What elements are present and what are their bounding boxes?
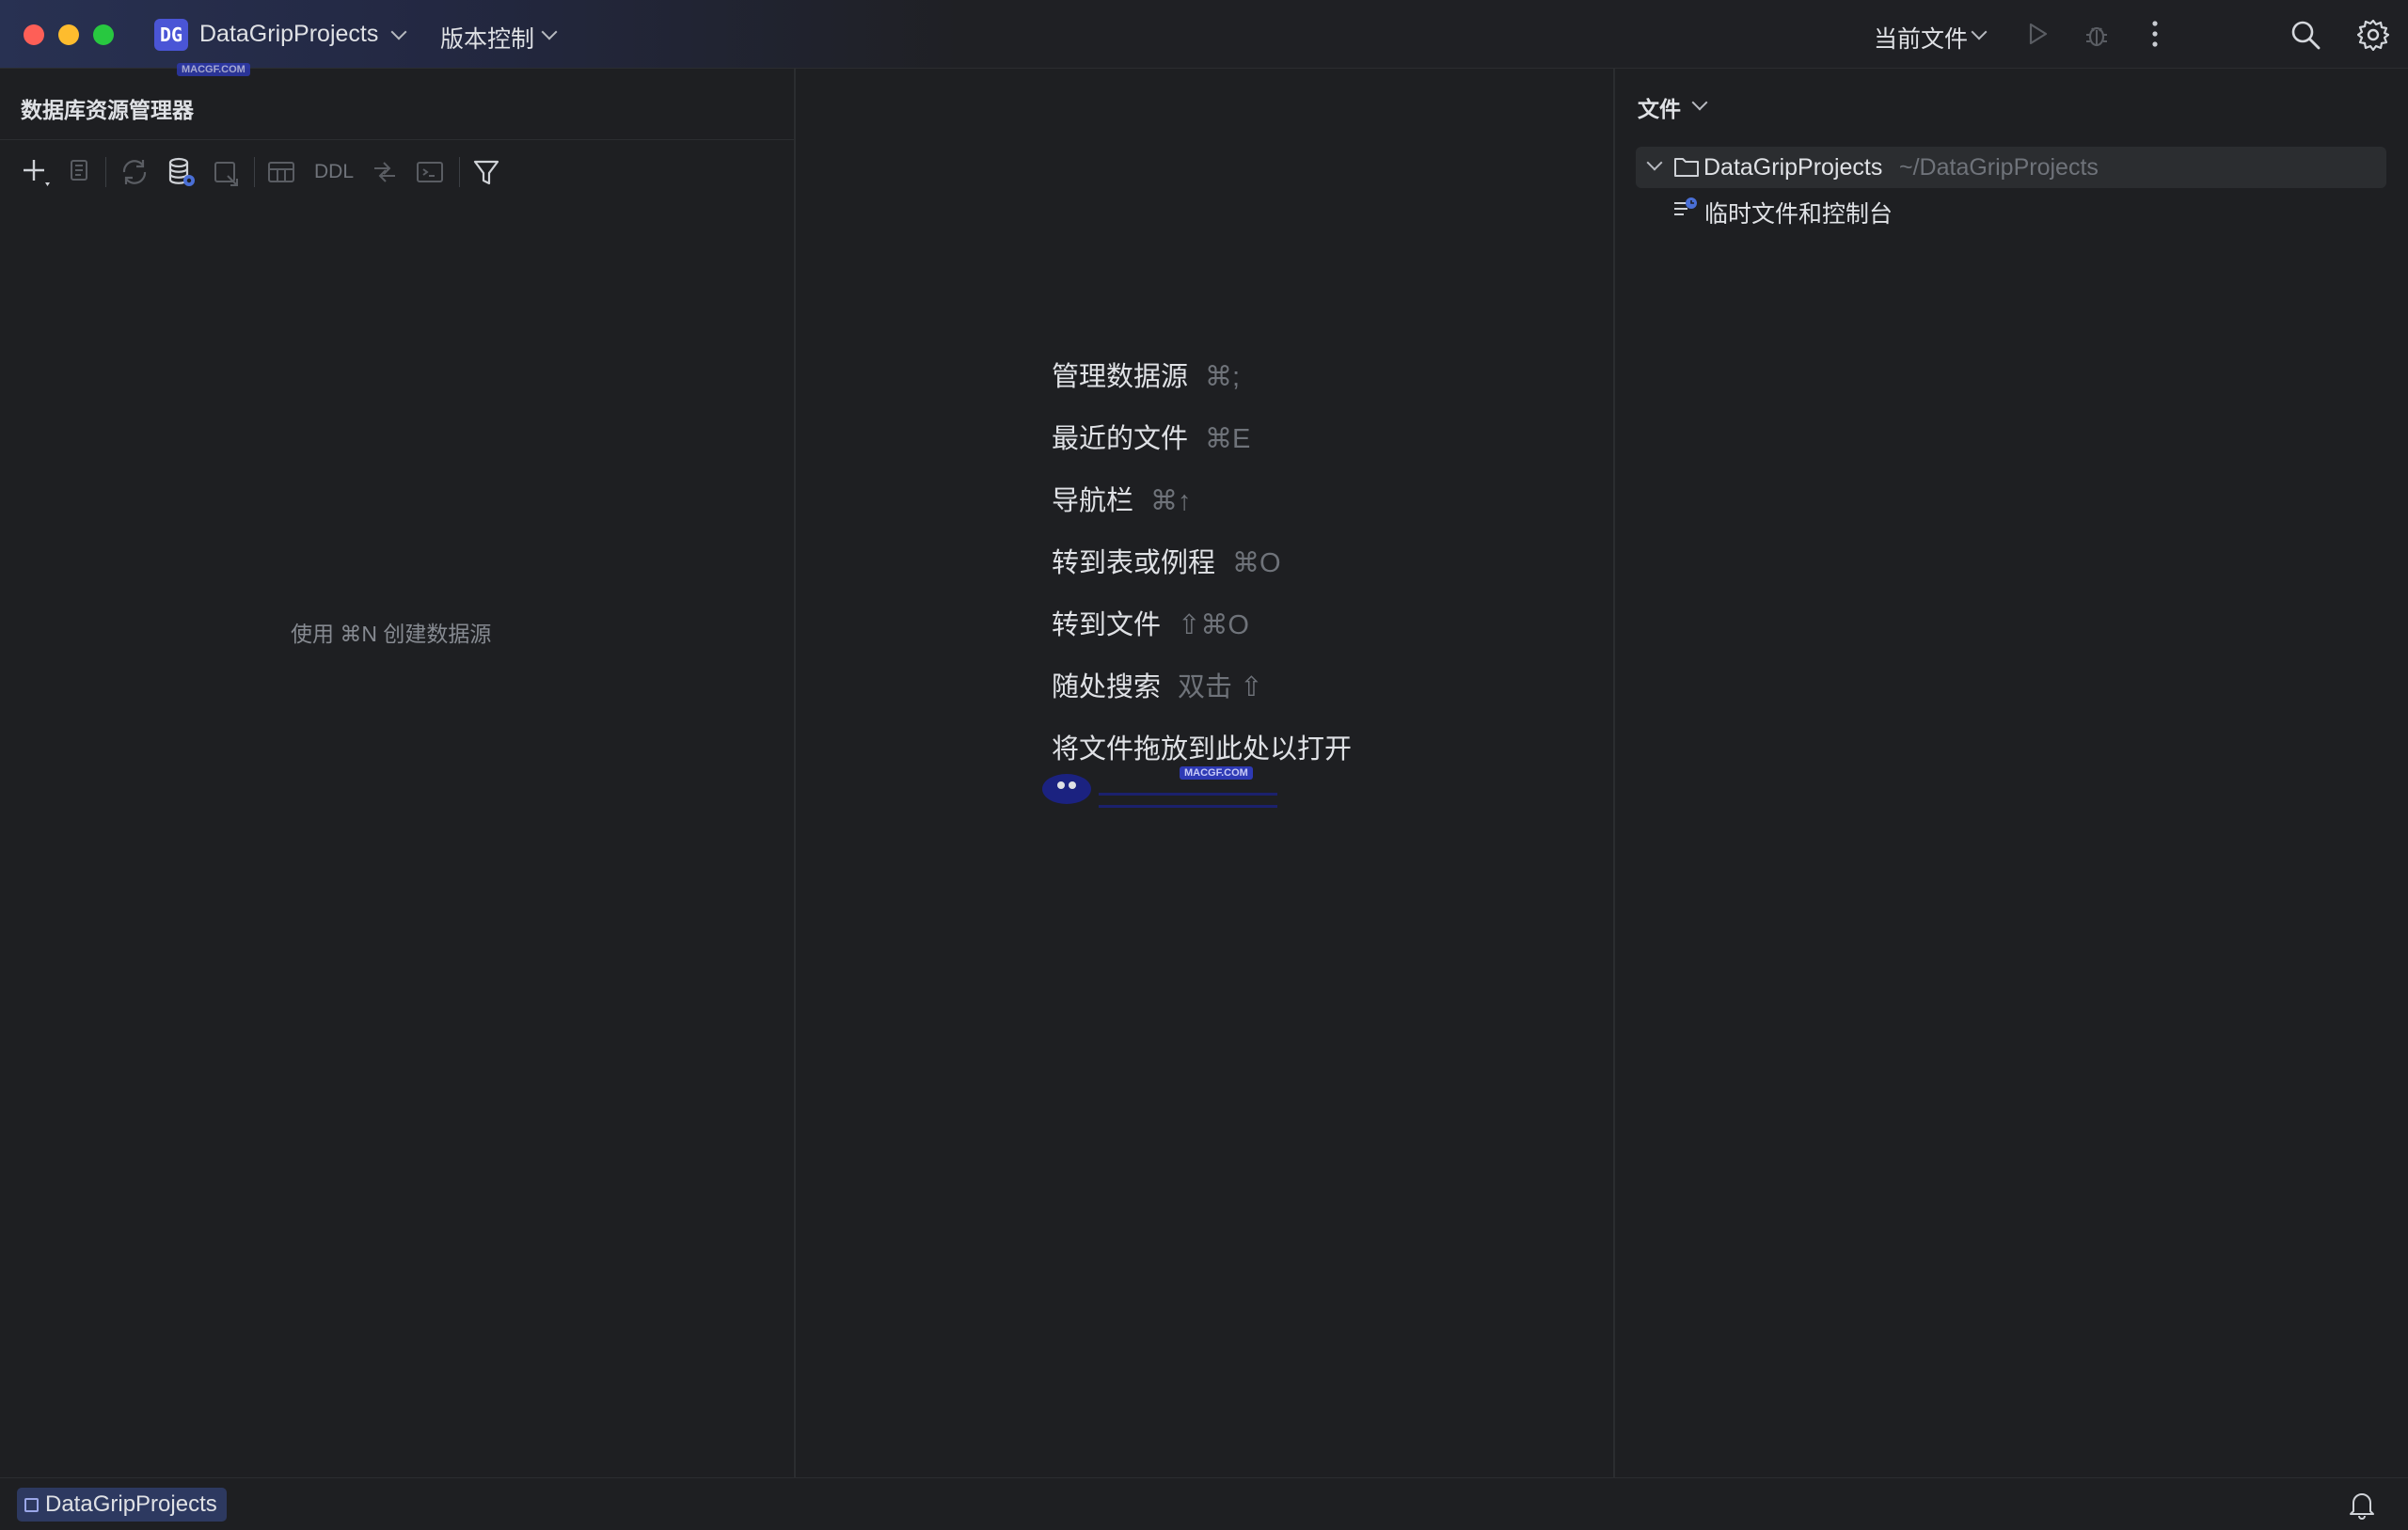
status-project-name: DataGripProjects: [45, 1491, 217, 1517]
watermark-label: MACGF.COM: [1180, 766, 1253, 780]
toolbar-separator: [254, 157, 255, 187]
console-icon[interactable]: [414, 155, 446, 189]
editor-empty-area: 管理数据源 ⌘; 最近的文件 ⌘E 导航栏 ⌘↑ 转到表或例程 ⌘O 转到文件 ⇧⌘O 随…: [796, 69, 1613, 1477]
chevron-down-icon: [541, 24, 558, 40]
action-shortcut: 双击 ⇧: [1178, 672, 1263, 702]
toolbar-separator: [459, 157, 460, 187]
run-config-label: 当前文件: [1874, 26, 1969, 53]
action-search-everywhere[interactable]: 随处搜索 双击 ⇧: [1052, 665, 1262, 704]
run-config-widget[interactable]: 当前文件: [1874, 17, 1991, 53]
action-recent-files[interactable]: 最近的文件 ⌘E: [1052, 417, 1250, 456]
panel-title: 数据库资源管理器: [21, 98, 194, 122]
action-label: 最近的文件: [1052, 424, 1189, 454]
database-explorer-panel: 数据库资源管理器 MACGF.COM DDL 使用 ⌘N 创建数据源: [0, 63, 796, 1477]
action-go-to-table[interactable]: 转到表或例程 ⌘O: [1052, 541, 1281, 580]
folder-icon: [1674, 158, 1699, 177]
more-options-icon[interactable]: [2141, 19, 2169, 49]
action-go-to-file[interactable]: 转到文件 ⇧⌘O: [1052, 603, 1249, 642]
project-widget[interactable]: DG DataGripProjects: [154, 17, 408, 53]
action-shortcut: ⌘;: [1205, 362, 1241, 392]
project-badge-icon: DG: [154, 19, 188, 51]
close-window-button[interactable]: [24, 24, 44, 45]
gear-icon[interactable]: [2357, 19, 2389, 51]
project-square-icon: [24, 1498, 39, 1512]
refresh-icon[interactable]: [119, 155, 150, 189]
title-bar: DG DataGripProjects 版本控制 当前文件: [0, 0, 2408, 69]
tree-item-path: ~/DataGripProjects: [1899, 154, 2099, 181]
drop-files-hint: 将文件拖放到此处以打开: [1052, 734, 1353, 765]
action-label: 导航栏: [1052, 486, 1134, 516]
ddl-button[interactable]: DDL: [314, 161, 354, 183]
add-icon[interactable]: [19, 155, 53, 189]
empty-state-hint: 使用 ⌘N 创建数据源: [291, 622, 492, 646]
action-label: 转到文件: [1052, 610, 1162, 640]
project-name: DataGripProjects: [199, 21, 379, 47]
toolbar-separator: [105, 157, 106, 187]
scratch-file-icon: [1674, 197, 1697, 215]
jump-to-console-icon[interactable]: [211, 155, 243, 189]
table-icon[interactable]: [265, 155, 297, 189]
chevron-down-icon: [390, 24, 407, 40]
action-shortcut: ⇧⌘O: [1178, 610, 1249, 640]
action-navigation-bar[interactable]: 导航栏 ⌘↑: [1052, 479, 1192, 518]
action-shortcut: ⌘O: [1232, 548, 1281, 578]
debug-icon[interactable]: [2083, 21, 2111, 49]
search-icon[interactable]: [2289, 19, 2321, 51]
action-shortcut: ⌘↑: [1150, 486, 1192, 516]
project-files-panel: 文件: [1613, 69, 2408, 1477]
chevron-down-icon: [1971, 24, 1988, 40]
chevron-down-icon[interactable]: [1646, 154, 1663, 171]
copy-icon[interactable]: [64, 155, 94, 189]
run-icon[interactable]: [2024, 21, 2051, 47]
watermark-logo: MACGF.COM: [1038, 765, 1283, 812]
compare-icon[interactable]: [369, 155, 401, 189]
files-view-selector[interactable]: 文件: [1638, 91, 1717, 121]
tree-item-label: DataGripProjects: [1703, 154, 1883, 181]
action-manage-data-sources[interactable]: 管理数据源 ⌘;: [1052, 355, 1240, 394]
watermark-mascot-icon: [1042, 774, 1091, 804]
tree-item-project-root[interactable]: DataGripProjects ~/DataGripProjects: [1636, 147, 2386, 188]
watermark-logo: MACGF.COM: [177, 63, 250, 76]
data-source-properties-icon[interactable]: [166, 155, 198, 189]
tree-item-scratches[interactable]: 临时文件和控制台: [1672, 190, 1955, 228]
watermark-underline: [1099, 793, 1277, 808]
vcs-widget[interactable]: 版本控制: [440, 17, 562, 53]
action-shortcut: ⌘E: [1205, 424, 1251, 454]
toolbar-divider: [0, 139, 794, 140]
minimize-window-button[interactable]: [58, 24, 79, 45]
action-label: 随处搜索: [1052, 672, 1162, 702]
chevron-down-icon: [1691, 94, 1708, 111]
tree-item-label: 临时文件和控制台: [1704, 201, 1893, 228]
panel-title: 文件: [1638, 97, 1681, 121]
status-bar: DataGripProjects: [0, 1477, 2408, 1530]
action-label: 转到表或例程: [1052, 548, 1216, 578]
filter-icon[interactable]: [470, 155, 502, 189]
status-project-breadcrumb[interactable]: DataGripProjects: [17, 1488, 227, 1522]
maximize-window-button[interactable]: [93, 24, 114, 45]
vcs-label: 版本控制: [440, 26, 535, 53]
notifications-bell-icon[interactable]: [2348, 1490, 2376, 1520]
action-label: 管理数据源: [1052, 362, 1189, 392]
